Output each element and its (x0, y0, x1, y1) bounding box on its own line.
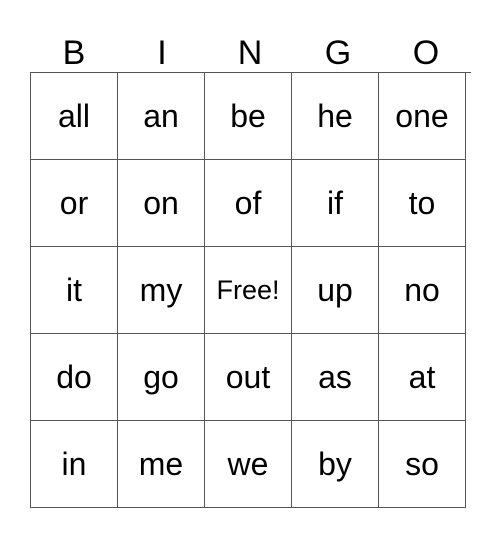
bingo-cell-o5[interactable]: so (379, 421, 466, 508)
bingo-cell-n1[interactable]: be (205, 73, 292, 160)
bingo-cell-label: my (139, 272, 183, 308)
bingo-cell-label: as (318, 359, 352, 395)
bingo-header-letter-o: O (382, 22, 470, 72)
bingo-cell-label: to (408, 185, 436, 221)
bingo-cell-label: do (56, 359, 92, 395)
bingo-cell-g3[interactable]: up (292, 247, 379, 334)
bingo-cell-label: of (234, 185, 262, 221)
bingo-cell-free-space[interactable]: Free! (205, 247, 292, 334)
bingo-cell-b3[interactable]: it (31, 247, 118, 334)
bingo-cell-g4[interactable]: as (292, 334, 379, 421)
bingo-cell-label: or (59, 185, 89, 221)
bingo-cell-label: at (408, 359, 436, 395)
bingo-cell-i2[interactable]: on (118, 160, 205, 247)
bingo-cell-i5[interactable]: me (118, 421, 205, 508)
bingo-header-letter-g: G (294, 22, 382, 72)
bingo-cell-n4[interactable]: out (205, 334, 292, 421)
bingo-cell-label: no (404, 272, 440, 308)
bingo-cell-label: we (227, 446, 269, 482)
bingo-cell-n5[interactable]: we (205, 421, 292, 508)
bingo-cell-n2[interactable]: of (205, 160, 292, 247)
header-letter-text: G (324, 34, 352, 72)
bingo-cell-i1[interactable]: an (118, 73, 205, 160)
bingo-cell-o4[interactable]: at (379, 334, 466, 421)
bingo-cell-i4[interactable]: go (118, 334, 205, 421)
bingo-header-row: B I N G O (30, 22, 470, 72)
bingo-cell-label: up (317, 272, 353, 308)
bingo-header-letter-b: B (30, 22, 118, 72)
bingo-card: B I N G O all an be he one or on of if t… (30, 22, 471, 508)
bingo-cell-label: in (61, 446, 87, 482)
bingo-cell-label: he (317, 98, 353, 134)
bingo-cell-o3[interactable]: no (379, 247, 466, 334)
bingo-cell-o2[interactable]: to (379, 160, 466, 247)
bingo-cell-label: if (327, 185, 343, 221)
bingo-cell-b2[interactable]: or (31, 160, 118, 247)
bingo-header-letter-n: N (206, 22, 294, 72)
header-letter-text: B (62, 34, 86, 72)
header-letter-text: O (412, 34, 440, 72)
bingo-free-space-label: Free! (216, 274, 280, 305)
bingo-cell-i3[interactable]: my (118, 247, 205, 334)
bingo-cell-b1[interactable]: all (31, 73, 118, 160)
bingo-grid-row: it my Free! up no (31, 247, 471, 334)
bingo-cell-label: one (395, 98, 449, 134)
bingo-header-letter-i: I (118, 22, 206, 72)
bingo-cell-o1[interactable]: one (379, 73, 466, 160)
bingo-cell-g5[interactable]: by (292, 421, 379, 508)
bingo-cell-label: it (66, 272, 82, 308)
bingo-cell-label: go (143, 359, 179, 395)
bingo-cell-g2[interactable]: if (292, 160, 379, 247)
bingo-cell-label: on (143, 185, 179, 221)
header-letter-text: I (157, 34, 167, 72)
bingo-cell-g1[interactable]: he (292, 73, 379, 160)
bingo-cell-label: me (138, 446, 184, 482)
bingo-grid: all an be he one or on of if to it my Fr… (30, 72, 471, 508)
bingo-cell-label: by (318, 446, 352, 482)
bingo-cell-b5[interactable]: in (31, 421, 118, 508)
bingo-grid-row: in me we by so (31, 421, 471, 508)
bingo-cell-label: so (405, 446, 439, 482)
header-letter-text: N (237, 34, 263, 72)
bingo-cell-label: an (143, 98, 179, 134)
bingo-grid-row: or on of if to (31, 160, 471, 247)
bingo-grid-row: do go out as at (31, 334, 471, 421)
bingo-grid-row: all an be he one (31, 73, 471, 160)
bingo-cell-b4[interactable]: do (31, 334, 118, 421)
bingo-cell-label: out (225, 359, 271, 395)
bingo-cell-label: all (57, 98, 90, 134)
bingo-cell-label: be (230, 98, 266, 134)
